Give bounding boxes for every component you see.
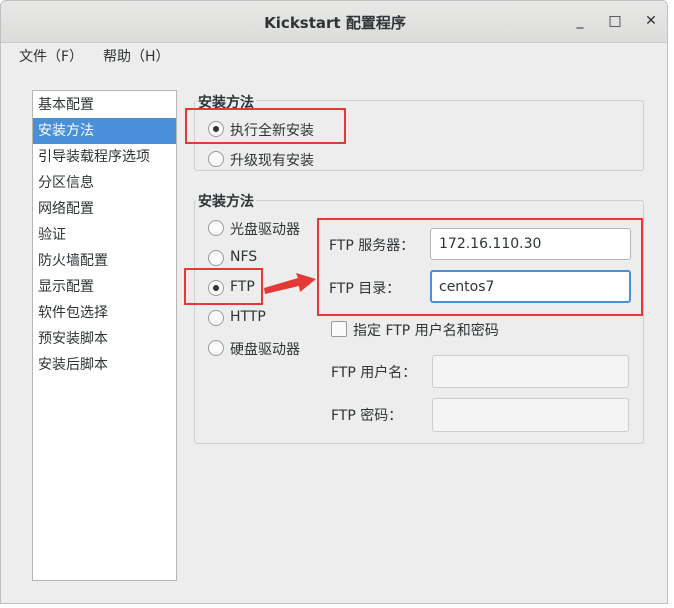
radio-http[interactable] [208, 310, 224, 326]
title-bar: Kickstart 配置程序 _ □ ✕ [1, 1, 667, 43]
install-method-title: 安装方法 [196, 191, 256, 211]
ftp-user-label: FTP 用户名： [331, 365, 417, 381]
radio-nfs[interactable] [208, 250, 224, 266]
sidebar-item-display[interactable]: 显示配置 [33, 274, 176, 300]
sidebar-item-auth[interactable]: 验证 [33, 222, 176, 248]
arrow-icon [264, 273, 316, 294]
radio-harddrive[interactable] [208, 340, 224, 356]
nfs-label: NFS [230, 249, 258, 265]
sidebar-item-post-script[interactable]: 安装后脚本 [33, 352, 176, 378]
ftp-password-input[interactable] [432, 398, 629, 432]
sidebar-item-packages[interactable]: 软件包选择 [33, 300, 176, 326]
harddrive-label: 硬盘驱动器 [230, 342, 300, 358]
upgrade-label: 升级现有安装 [230, 153, 314, 169]
ftp-server-label: FTP 服务器： [329, 238, 415, 254]
menu-help[interactable]: 帮助（H） [103, 46, 170, 66]
kickstart-window: Kickstart 配置程序 _ □ ✕ 文件（F） 帮助（H） 基本配置 安装… [0, 0, 668, 604]
radio-cdrom[interactable] [208, 220, 224, 236]
sidebar-item-bootloader[interactable]: 引导装载程序选项 [33, 144, 176, 170]
maximize-button[interactable]: □ [605, 11, 625, 31]
menu-bar: 文件（F） 帮助（H） [1, 43, 667, 69]
close-button[interactable]: ✕ [641, 11, 661, 31]
radio-upgrade[interactable] [208, 151, 224, 167]
minimize-button[interactable]: _ [570, 11, 590, 31]
http-label: HTTP [230, 309, 266, 325]
ftp-user-input[interactable] [432, 355, 629, 388]
sidebar-item-basic[interactable]: 基本配置 [33, 92, 176, 118]
specify-credentials-checkbox[interactable] [331, 321, 347, 337]
ftp-label: FTP [230, 279, 255, 295]
ftp-password-label: FTP 密码： [331, 408, 403, 424]
sidebar-item-firewall[interactable]: 防火墙配置 [33, 248, 176, 274]
sidebar-item-partition[interactable]: 分区信息 [33, 170, 176, 196]
install-type-title: 安装方法 [196, 92, 256, 112]
ftp-dir-input[interactable] [430, 270, 631, 303]
window-title: Kickstart 配置程序 [264, 14, 406, 32]
specify-credentials-label: 指定 FTP 用户名和密码 [353, 323, 499, 339]
sidebar-nav: 基本配置 安装方法 引导装载程序选项 分区信息 网络配置 验证 防火墙配置 显示… [32, 90, 177, 581]
ftp-server-input[interactable] [430, 228, 631, 260]
menu-file[interactable]: 文件（F） [19, 46, 83, 66]
sidebar-item-install-method[interactable]: 安装方法 [33, 118, 176, 144]
radio-fresh-install[interactable] [208, 121, 224, 137]
fresh-install-label: 执行全新安装 [230, 123, 314, 139]
sidebar-item-pre-script[interactable]: 预安装脚本 [33, 326, 176, 352]
radio-ftp[interactable] [208, 280, 224, 296]
cdrom-label: 光盘驱动器 [230, 222, 300, 238]
sidebar-item-network[interactable]: 网络配置 [33, 196, 176, 222]
ftp-dir-label: FTP 目录： [329, 281, 401, 297]
